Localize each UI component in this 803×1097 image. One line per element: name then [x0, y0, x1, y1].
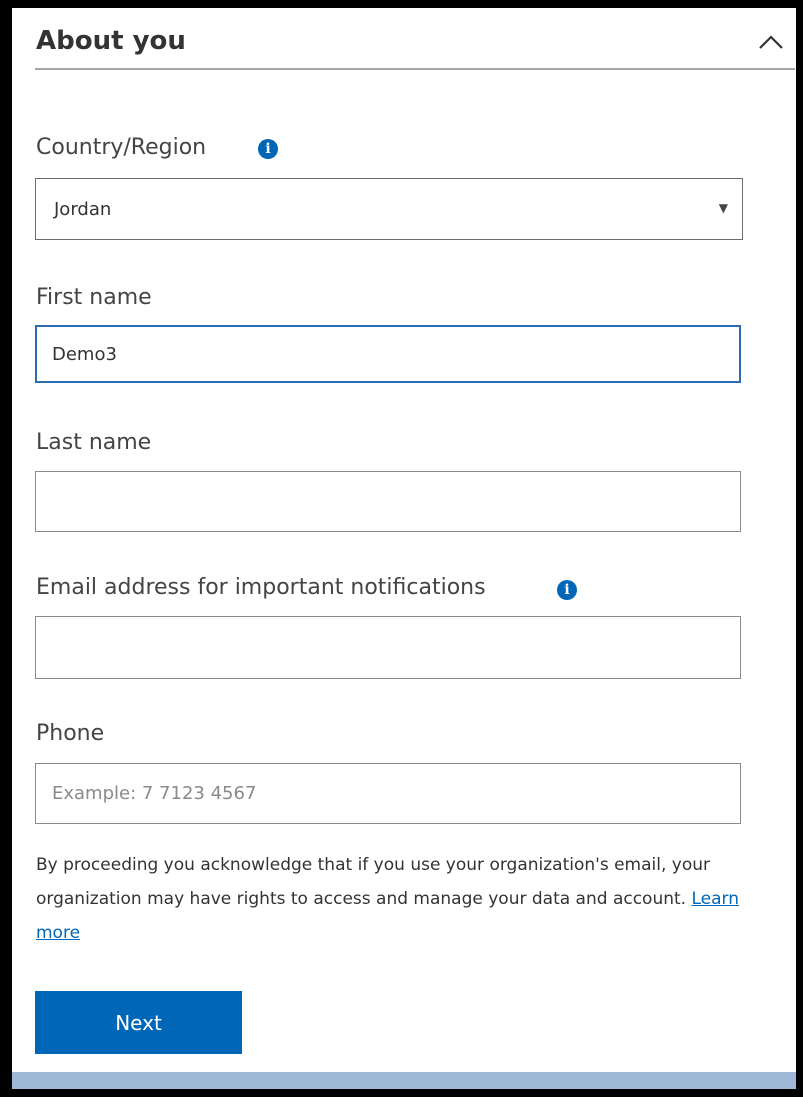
next-button[interactable]: Next: [35, 991, 242, 1054]
chevron-up-icon: [759, 35, 783, 49]
last-name-input[interactable]: [35, 471, 741, 532]
section-divider: [35, 68, 795, 70]
first-name-label: First name: [36, 285, 152, 310]
country-select[interactable]: Jordan ▼: [35, 178, 743, 240]
phone-input[interactable]: [35, 763, 741, 824]
disclaimer-body: By proceeding you acknowledge that if yo…: [36, 855, 710, 909]
section-title: About you: [36, 26, 186, 56]
bottom-scroll-strip: [12, 1072, 796, 1089]
about-you-panel: About you Country/Region i Jordan ▼ Firs…: [12, 8, 796, 1089]
last-name-label: Last name: [36, 430, 152, 455]
email-info-icon[interactable]: i: [557, 580, 577, 600]
dropdown-arrow-icon: ▼: [718, 201, 728, 215]
country-info-icon[interactable]: i: [258, 139, 278, 159]
collapse-button[interactable]: [756, 28, 786, 58]
email-input[interactable]: [35, 616, 741, 679]
country-selected-value: Jordan: [54, 199, 112, 220]
country-label: Country/Region: [36, 135, 207, 160]
disclaimer-text: By proceeding you acknowledge that if yo…: [36, 848, 786, 950]
phone-label: Phone: [36, 721, 105, 746]
email-label: Email address for important notification…: [36, 575, 486, 600]
first-name-input[interactable]: [35, 325, 741, 383]
